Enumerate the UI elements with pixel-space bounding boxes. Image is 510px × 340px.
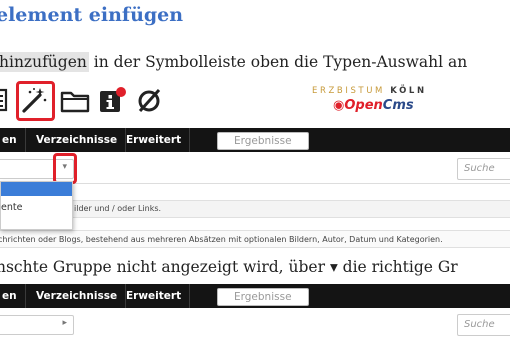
row-2-text: chrichten oder Blogs, bestehend aus mehr… — [0, 235, 443, 244]
toolbar — [0, 81, 510, 122]
tab-erweitert[interactable]: Erweitert — [118, 128, 191, 152]
tab-erweitert-2[interactable]: Erweitert — [118, 284, 191, 308]
panel2-tabbar: en Verzeichnisse Erweitert Ergebnisse — [0, 284, 510, 308]
caret-down-icon: ▾ — [329, 258, 338, 276]
instruction-text-1: in der Symbolleiste oben die Typen-Auswa… — [88, 53, 468, 71]
tab-verzeichnisse-2[interactable]: Verzeichnisse — [28, 284, 127, 308]
opencms-logo: ◉OpenCms — [333, 98, 414, 113]
dropdown-item[interactable]: ente — [1, 196, 72, 213]
results-button[interactable]: Ergebnisse — [217, 132, 309, 150]
search-input-2[interactable]: Suche — [457, 314, 510, 336]
list-row-1[interactable]: ilder und / oder Links. — [0, 200, 510, 218]
dropdown-arrow-highlight — [53, 153, 77, 184]
panel2-filter-bar: ▸ Suche — [0, 309, 510, 339]
block-icon[interactable] — [137, 87, 163, 117]
dropdown-item-selected[interactable] — [1, 182, 72, 196]
type-group-dropdown: ente — [0, 181, 73, 230]
instruction-text-2b: die richtige Gr — [337, 258, 458, 276]
chevron-right-icon: ▸ — [62, 318, 67, 328]
info-icon[interactable] — [98, 86, 128, 118]
panel1-tabbar: en Verzeichnisse Erweitert Ergebnisse — [0, 128, 510, 152]
results-button-2[interactable]: Ergebnisse — [217, 288, 309, 306]
tab-typen[interactable]: en — [0, 128, 26, 152]
tab-verzeichnisse[interactable]: Verzeichnisse — [28, 128, 127, 152]
tab-typen-2[interactable]: en — [0, 284, 26, 308]
list-row-2[interactable]: chrichten oder Blogs, bestehend aus mehr… — [0, 230, 510, 248]
highlighted-word: hinzufügen — [0, 52, 89, 72]
row-1-text: ilder und / oder Links. — [74, 204, 162, 213]
logo-erzbistum: ERZBISTUM KÖLN — [312, 86, 427, 96]
type-group-select-2[interactable]: ▸ — [0, 315, 74, 335]
instruction-line-1: hinzufügen in der Symbolleiste oben die … — [0, 52, 468, 72]
folder-icon[interactable] — [60, 89, 90, 117]
instruction-text-2a: nschte Gruppe nicht angezeigt wird, über — [0, 258, 330, 276]
section-heading: element einfügen — [0, 4, 184, 26]
document-icon[interactable] — [0, 88, 10, 118]
search-input[interactable]: Suche — [457, 158, 510, 180]
magic-wand-icon[interactable] — [20, 86, 48, 118]
instruction-line-2: nschte Gruppe nicht angezeigt wird, über… — [0, 258, 458, 276]
